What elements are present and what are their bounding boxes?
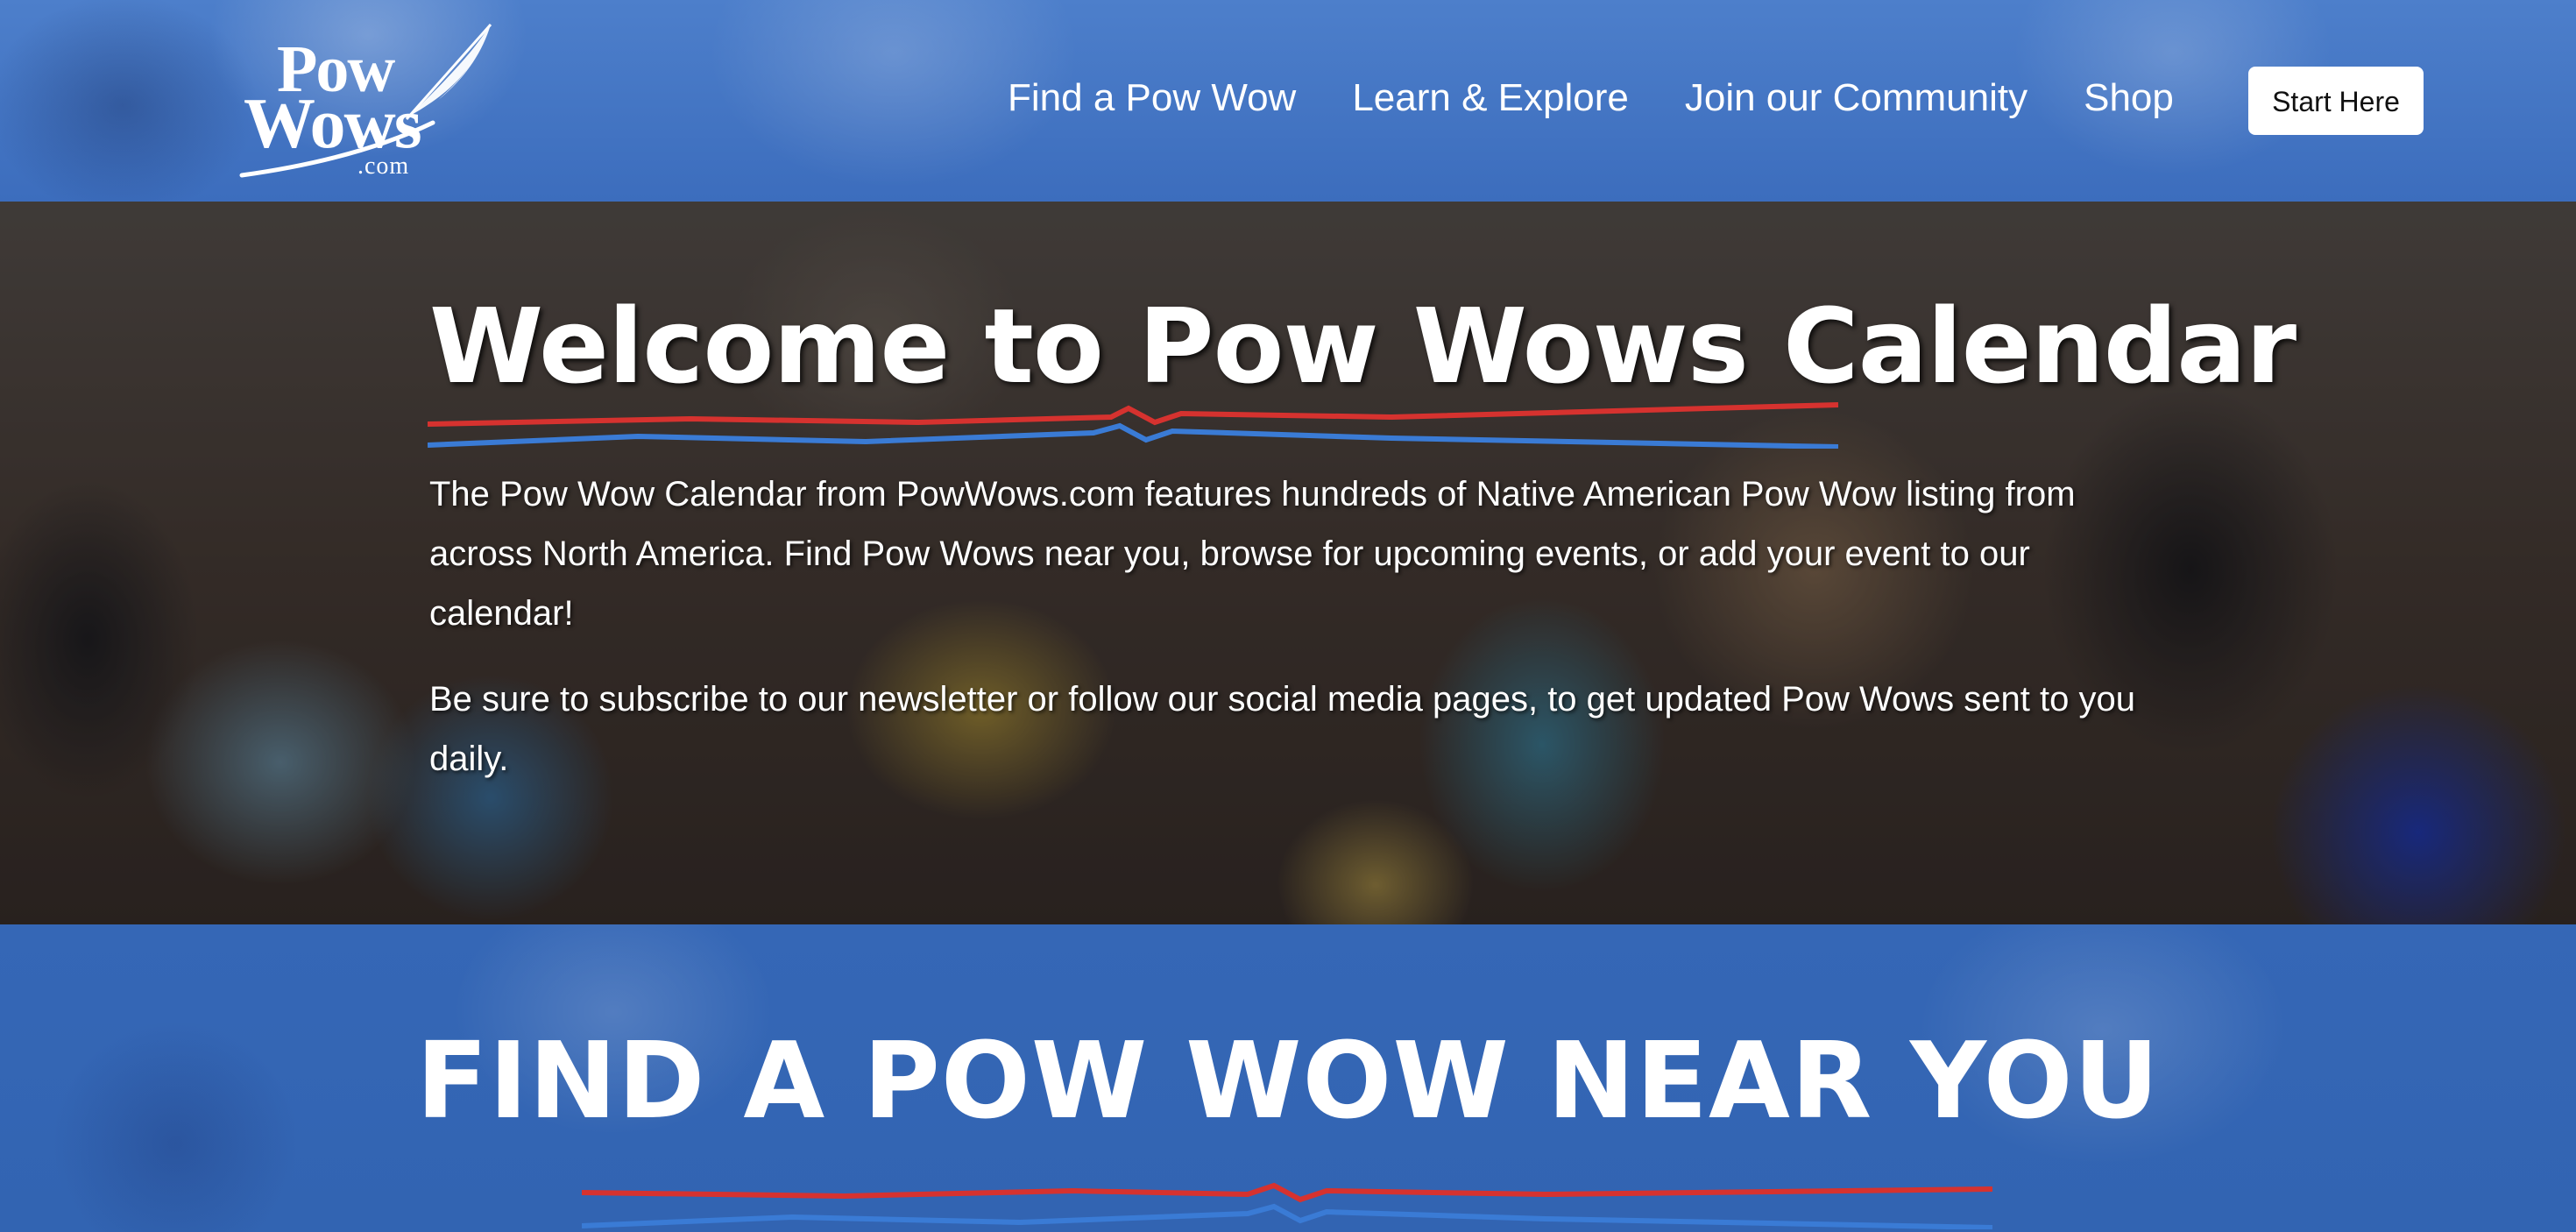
nav-join-community[interactable]: Join our Community xyxy=(1685,76,2028,120)
logo-text-com: .com xyxy=(357,152,410,180)
nav-learn-explore[interactable]: Learn & Explore xyxy=(1352,76,1629,120)
hero-paragraph: The Pow Wow Calendar from PowWows.com fe… xyxy=(429,475,2076,633)
site-logo[interactable]: Pow Wows .com xyxy=(235,19,498,181)
main-nav: Find a Pow Wow Learn & Explore Join our … xyxy=(1008,63,2230,133)
nav-find-pow-wow[interactable]: Find a Pow Wow xyxy=(1008,76,1296,120)
find-pow-wow-section: FIND A POW WOW NEAR YOU xyxy=(0,924,2576,1232)
page-title: Welcome to Pow Wows Calendar xyxy=(429,286,2296,407)
site-header: Pow Wows .com Find a Pow Wow Learn & Exp… xyxy=(0,0,2576,202)
section-title: FIND A POW WOW NEAR YOU xyxy=(415,1021,2161,1143)
nav-shop[interactable]: Shop xyxy=(2084,76,2174,120)
hero-paragraph: Be sure to subscribe to our newsletter o… xyxy=(429,680,2135,778)
hero-description: The Pow Wow Calendar from PowWows.com fe… xyxy=(429,464,2164,815)
zigzag-divider-icon xyxy=(582,1182,1992,1229)
start-here-button[interactable]: Start Here xyxy=(2248,67,2424,135)
hero-section: Welcome to Pow Wows Calendar The Pow Wow… xyxy=(0,202,2576,924)
zigzag-divider-icon xyxy=(428,402,1838,449)
